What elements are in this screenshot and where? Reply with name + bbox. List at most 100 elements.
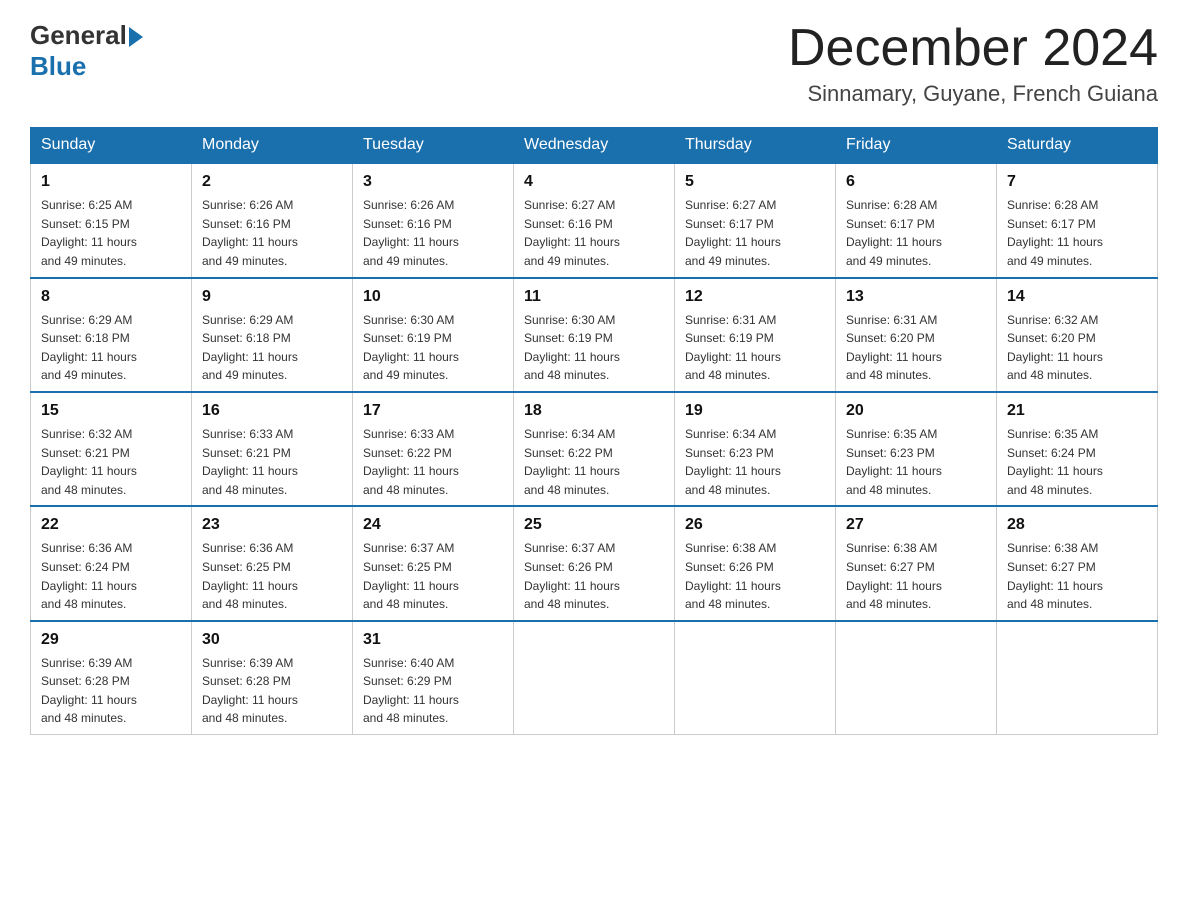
day-info: Sunrise: 6:29 AMSunset: 6:18 PMDaylight:… (41, 311, 181, 385)
empty-cell (997, 621, 1158, 735)
day-info: Sunrise: 6:30 AMSunset: 6:19 PMDaylight:… (524, 311, 664, 385)
day-number: 25 (524, 513, 664, 537)
day-cell-7: 7Sunrise: 6:28 AMSunset: 6:17 PMDaylight… (997, 163, 1158, 277)
day-number: 11 (524, 285, 664, 309)
day-cell-24: 24Sunrise: 6:37 AMSunset: 6:25 PMDayligh… (353, 506, 514, 620)
day-info: Sunrise: 6:36 AMSunset: 6:25 PMDaylight:… (202, 539, 342, 613)
page-header: General Blue December 2024 Sinnamary, Gu… (30, 20, 1158, 107)
day-cell-12: 12Sunrise: 6:31 AMSunset: 6:19 PMDayligh… (675, 278, 836, 392)
day-number: 15 (41, 399, 181, 423)
day-cell-17: 17Sunrise: 6:33 AMSunset: 6:22 PMDayligh… (353, 392, 514, 506)
day-number: 16 (202, 399, 342, 423)
calendar-table: SundayMondayTuesdayWednesdayThursdayFrid… (30, 127, 1158, 735)
day-number: 2 (202, 170, 342, 194)
day-info: Sunrise: 6:33 AMSunset: 6:21 PMDaylight:… (202, 425, 342, 499)
day-info: Sunrise: 6:26 AMSunset: 6:16 PMDaylight:… (202, 196, 342, 270)
day-number: 4 (524, 170, 664, 194)
day-info: Sunrise: 6:39 AMSunset: 6:28 PMDaylight:… (202, 654, 342, 728)
day-cell-23: 23Sunrise: 6:36 AMSunset: 6:25 PMDayligh… (192, 506, 353, 620)
day-cell-25: 25Sunrise: 6:37 AMSunset: 6:26 PMDayligh… (514, 506, 675, 620)
day-cell-10: 10Sunrise: 6:30 AMSunset: 6:19 PMDayligh… (353, 278, 514, 392)
day-number: 10 (363, 285, 503, 309)
day-info: Sunrise: 6:35 AMSunset: 6:24 PMDaylight:… (1007, 425, 1147, 499)
day-cell-8: 8Sunrise: 6:29 AMSunset: 6:18 PMDaylight… (31, 278, 192, 392)
day-info: Sunrise: 6:32 AMSunset: 6:20 PMDaylight:… (1007, 311, 1147, 385)
weekday-header-row: SundayMondayTuesdayWednesdayThursdayFrid… (31, 128, 1158, 164)
weekday-header-sunday: Sunday (31, 128, 192, 164)
month-title: December 2024 (788, 20, 1158, 77)
weekday-header-monday: Monday (192, 128, 353, 164)
day-cell-2: 2Sunrise: 6:26 AMSunset: 6:16 PMDaylight… (192, 163, 353, 277)
day-number: 29 (41, 628, 181, 652)
day-info: Sunrise: 6:25 AMSunset: 6:15 PMDaylight:… (41, 196, 181, 270)
day-number: 26 (685, 513, 825, 537)
week-row-1: 1Sunrise: 6:25 AMSunset: 6:15 PMDaylight… (31, 163, 1158, 277)
day-number: 27 (846, 513, 986, 537)
day-cell-19: 19Sunrise: 6:34 AMSunset: 6:23 PMDayligh… (675, 392, 836, 506)
day-number: 13 (846, 285, 986, 309)
day-cell-11: 11Sunrise: 6:30 AMSunset: 6:19 PMDayligh… (514, 278, 675, 392)
day-info: Sunrise: 6:35 AMSunset: 6:23 PMDaylight:… (846, 425, 986, 499)
logo: General Blue (30, 20, 143, 82)
day-info: Sunrise: 6:28 AMSunset: 6:17 PMDaylight:… (1007, 196, 1147, 270)
day-cell-26: 26Sunrise: 6:38 AMSunset: 6:26 PMDayligh… (675, 506, 836, 620)
weekday-header-wednesday: Wednesday (514, 128, 675, 164)
day-number: 6 (846, 170, 986, 194)
day-info: Sunrise: 6:39 AMSunset: 6:28 PMDaylight:… (41, 654, 181, 728)
empty-cell (675, 621, 836, 735)
day-info: Sunrise: 6:29 AMSunset: 6:18 PMDaylight:… (202, 311, 342, 385)
day-number: 8 (41, 285, 181, 309)
weekday-header-tuesday: Tuesday (353, 128, 514, 164)
day-cell-28: 28Sunrise: 6:38 AMSunset: 6:27 PMDayligh… (997, 506, 1158, 620)
day-info: Sunrise: 6:38 AMSunset: 6:26 PMDaylight:… (685, 539, 825, 613)
day-cell-21: 21Sunrise: 6:35 AMSunset: 6:24 PMDayligh… (997, 392, 1158, 506)
day-info: Sunrise: 6:38 AMSunset: 6:27 PMDaylight:… (846, 539, 986, 613)
day-number: 18 (524, 399, 664, 423)
day-cell-14: 14Sunrise: 6:32 AMSunset: 6:20 PMDayligh… (997, 278, 1158, 392)
day-number: 12 (685, 285, 825, 309)
day-cell-18: 18Sunrise: 6:34 AMSunset: 6:22 PMDayligh… (514, 392, 675, 506)
day-number: 7 (1007, 170, 1147, 194)
day-number: 14 (1007, 285, 1147, 309)
day-number: 5 (685, 170, 825, 194)
day-info: Sunrise: 6:33 AMSunset: 6:22 PMDaylight:… (363, 425, 503, 499)
day-cell-1: 1Sunrise: 6:25 AMSunset: 6:15 PMDaylight… (31, 163, 192, 277)
day-info: Sunrise: 6:30 AMSunset: 6:19 PMDaylight:… (363, 311, 503, 385)
day-info: Sunrise: 6:27 AMSunset: 6:16 PMDaylight:… (524, 196, 664, 270)
weekday-header-saturday: Saturday (997, 128, 1158, 164)
day-info: Sunrise: 6:31 AMSunset: 6:19 PMDaylight:… (685, 311, 825, 385)
day-number: 24 (363, 513, 503, 537)
day-cell-31: 31Sunrise: 6:40 AMSunset: 6:29 PMDayligh… (353, 621, 514, 735)
day-number: 20 (846, 399, 986, 423)
week-row-5: 29Sunrise: 6:39 AMSunset: 6:28 PMDayligh… (31, 621, 1158, 735)
day-cell-5: 5Sunrise: 6:27 AMSunset: 6:17 PMDaylight… (675, 163, 836, 277)
day-info: Sunrise: 6:34 AMSunset: 6:22 PMDaylight:… (524, 425, 664, 499)
day-info: Sunrise: 6:27 AMSunset: 6:17 PMDaylight:… (685, 196, 825, 270)
weekday-header-thursday: Thursday (675, 128, 836, 164)
day-cell-29: 29Sunrise: 6:39 AMSunset: 6:28 PMDayligh… (31, 621, 192, 735)
day-info: Sunrise: 6:28 AMSunset: 6:17 PMDaylight:… (846, 196, 986, 270)
day-cell-30: 30Sunrise: 6:39 AMSunset: 6:28 PMDayligh… (192, 621, 353, 735)
logo-blue-text: Blue (30, 51, 86, 82)
empty-cell (836, 621, 997, 735)
day-number: 28 (1007, 513, 1147, 537)
day-info: Sunrise: 6:32 AMSunset: 6:21 PMDaylight:… (41, 425, 181, 499)
week-row-4: 22Sunrise: 6:36 AMSunset: 6:24 PMDayligh… (31, 506, 1158, 620)
day-info: Sunrise: 6:31 AMSunset: 6:20 PMDaylight:… (846, 311, 986, 385)
week-row-2: 8Sunrise: 6:29 AMSunset: 6:18 PMDaylight… (31, 278, 1158, 392)
day-cell-6: 6Sunrise: 6:28 AMSunset: 6:17 PMDaylight… (836, 163, 997, 277)
day-number: 17 (363, 399, 503, 423)
day-number: 1 (41, 170, 181, 194)
title-section: December 2024 Sinnamary, Guyane, French … (788, 20, 1158, 107)
weekday-header-friday: Friday (836, 128, 997, 164)
day-cell-16: 16Sunrise: 6:33 AMSunset: 6:21 PMDayligh… (192, 392, 353, 506)
day-cell-9: 9Sunrise: 6:29 AMSunset: 6:18 PMDaylight… (192, 278, 353, 392)
day-cell-13: 13Sunrise: 6:31 AMSunset: 6:20 PMDayligh… (836, 278, 997, 392)
day-number: 31 (363, 628, 503, 652)
day-info: Sunrise: 6:37 AMSunset: 6:25 PMDaylight:… (363, 539, 503, 613)
day-info: Sunrise: 6:26 AMSunset: 6:16 PMDaylight:… (363, 196, 503, 270)
day-cell-4: 4Sunrise: 6:27 AMSunset: 6:16 PMDaylight… (514, 163, 675, 277)
day-info: Sunrise: 6:36 AMSunset: 6:24 PMDaylight:… (41, 539, 181, 613)
day-info: Sunrise: 6:37 AMSunset: 6:26 PMDaylight:… (524, 539, 664, 613)
location-title: Sinnamary, Guyane, French Guiana (788, 81, 1158, 107)
